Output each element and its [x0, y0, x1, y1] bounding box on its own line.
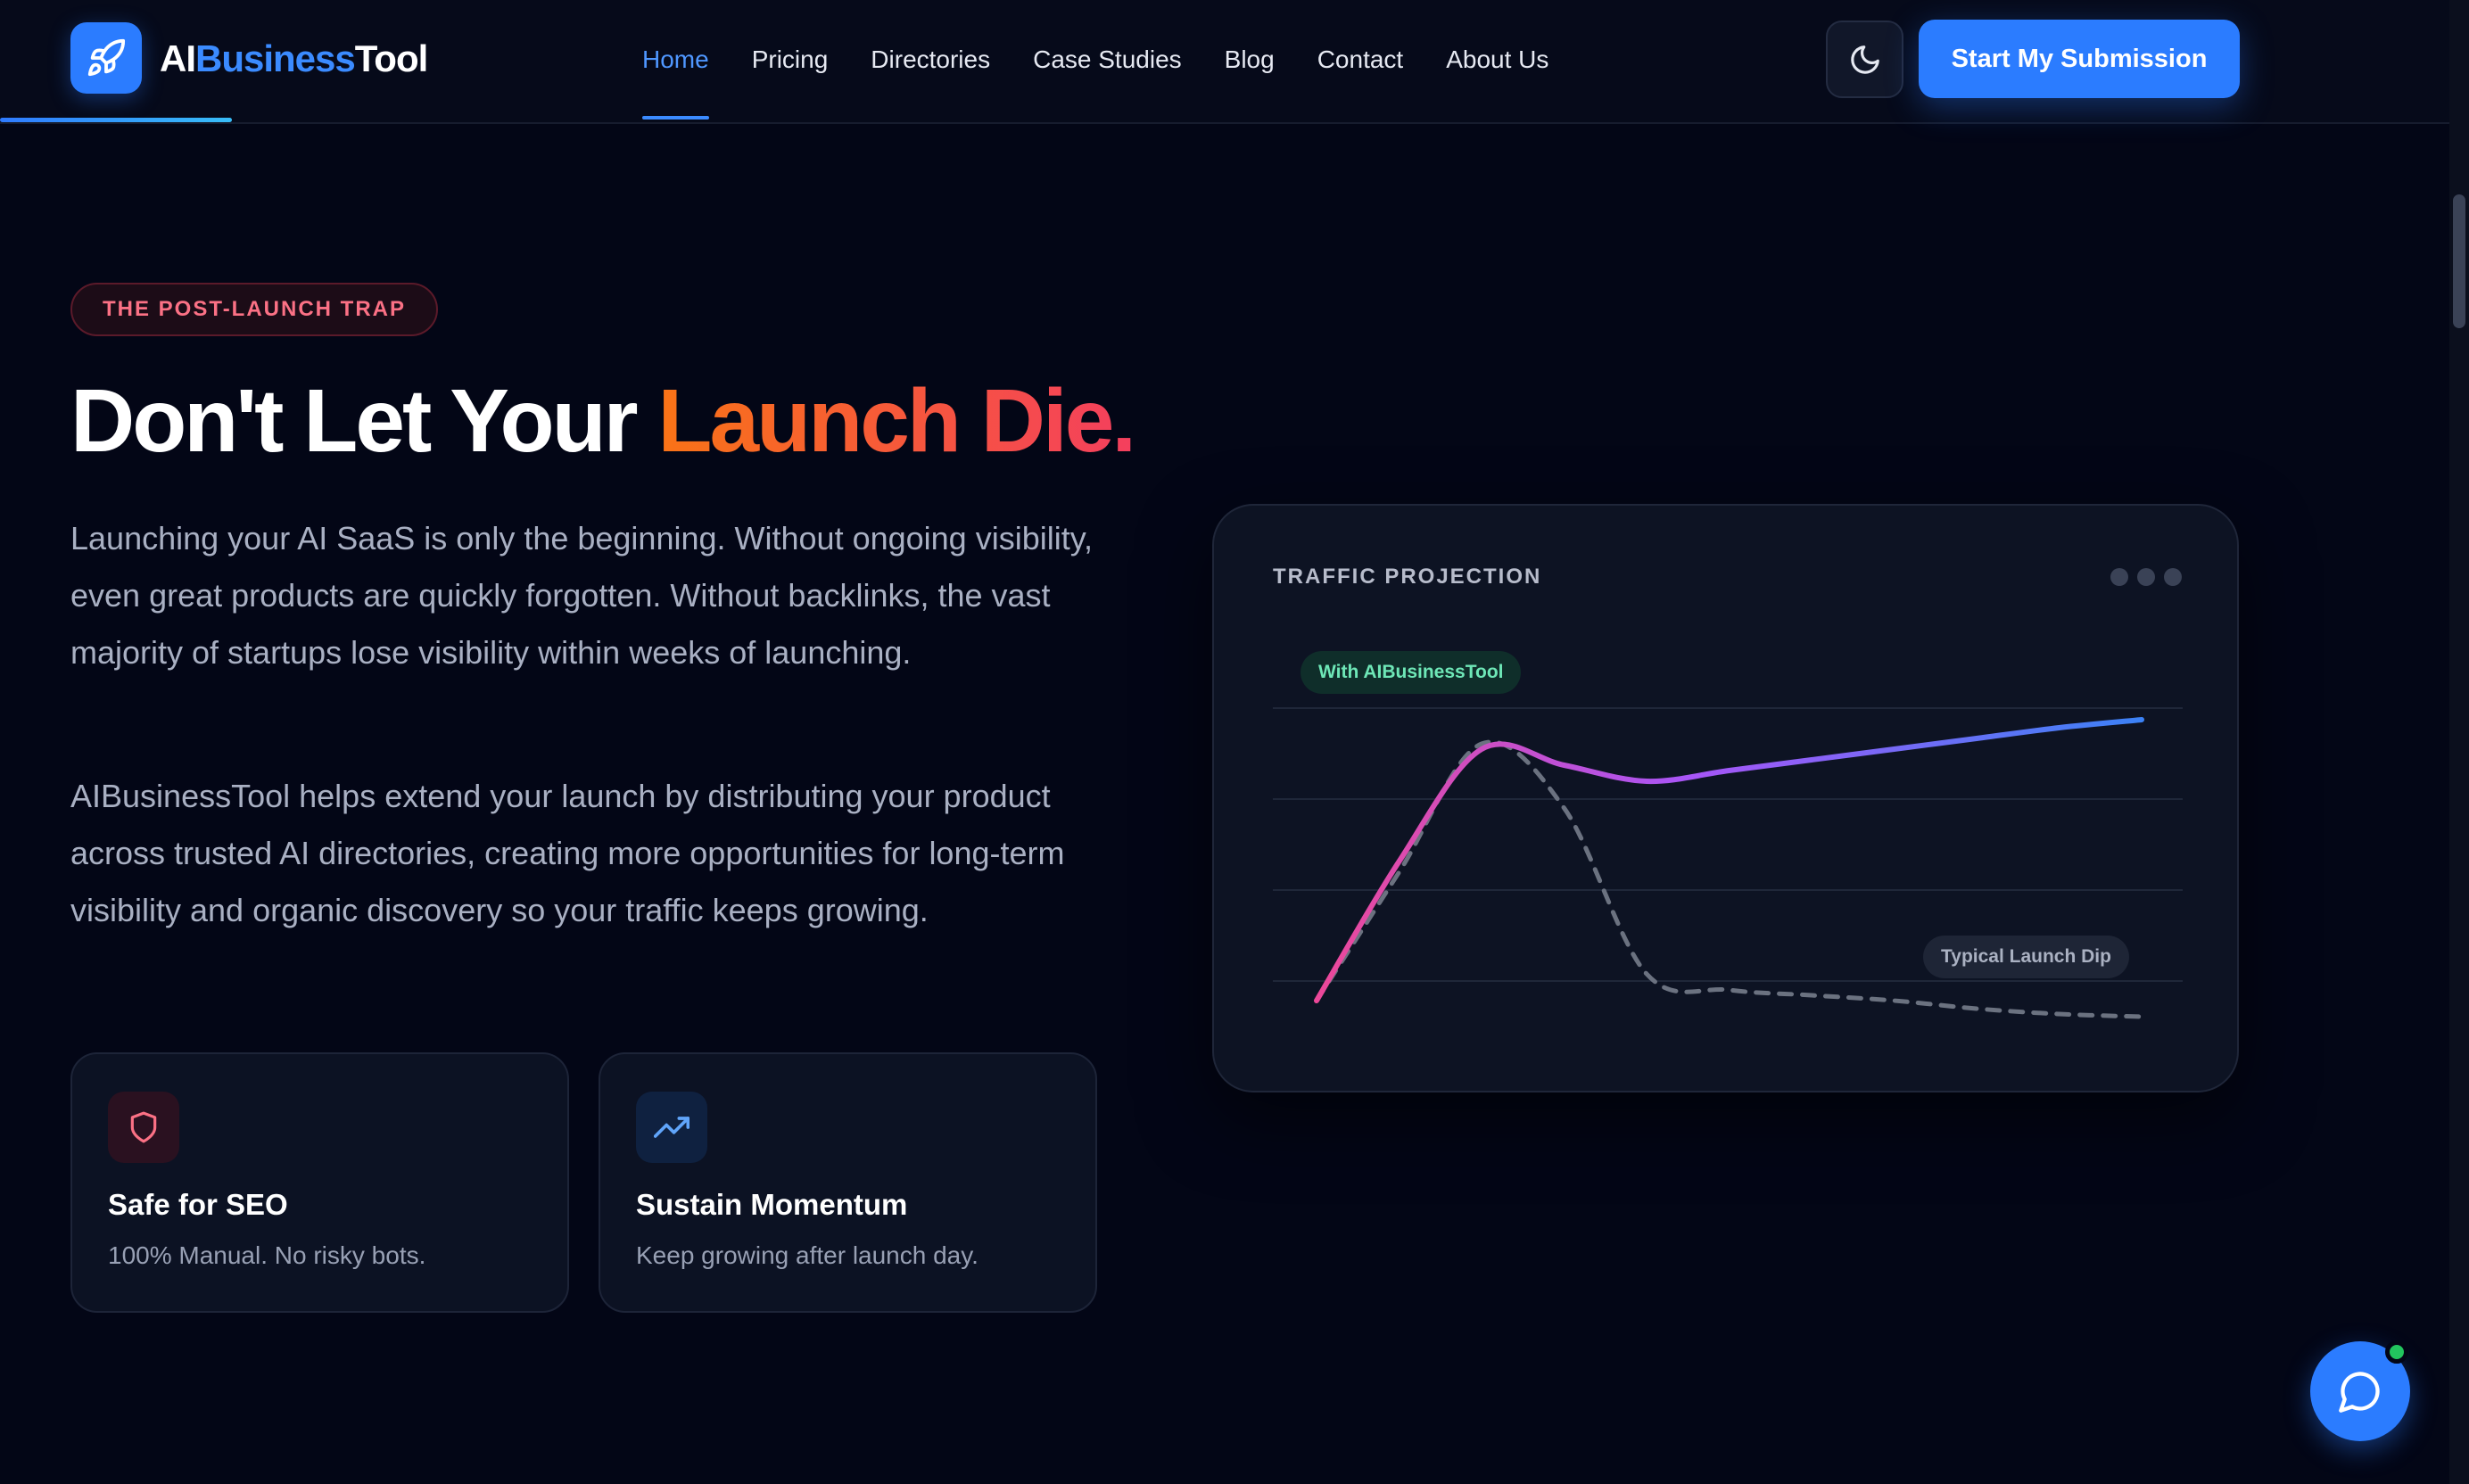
- page: AIBusinessTool Home Pricing Directories …: [0, 0, 2469, 1484]
- shield-icon: [108, 1092, 179, 1163]
- trending-up-icon: [636, 1092, 707, 1163]
- series-label-launch-dip: Typical Launch Dip: [1923, 936, 2129, 978]
- feature-desc: 100% Manual. No risky bots.: [108, 1241, 426, 1269]
- online-status-dot: [2385, 1340, 2408, 1364]
- series-label-with-tool: With AIBusinessTool: [1301, 651, 1522, 694]
- main-nav: Home Pricing Directories Case Studies Bl…: [642, 0, 1591, 120]
- feature-title: Sustain Momentum: [636, 1188, 908, 1221]
- traffic-chart: [1273, 707, 2183, 1019]
- nav-case-studies[interactable]: Case Studies: [1033, 0, 1182, 120]
- theme-toggle-button[interactable]: [1826, 21, 1903, 98]
- nav-about-us[interactable]: About Us: [1446, 0, 1548, 120]
- page-scrollbar[interactable]: [2449, 0, 2469, 1484]
- brand-logo-text[interactable]: AIBusinessTool: [160, 34, 429, 84]
- scrollbar-thumb[interactable]: [2453, 194, 2465, 328]
- nav-home[interactable]: Home: [642, 0, 709, 120]
- hero-title-highlight: Launch Die.: [657, 371, 1136, 471]
- hero-paragraph-1: Launching your AI SaaS is only the begin…: [70, 520, 1094, 671]
- brand-part-ai: AI: [160, 37, 196, 79]
- nav-blog[interactable]: Blog: [1225, 0, 1275, 120]
- feature-desc: Keep growing after launch day.: [636, 1241, 979, 1269]
- feature-title: Safe for SEO: [108, 1188, 288, 1221]
- hero-badge: THE POST-LAUNCH TRAP: [70, 283, 438, 336]
- brand-part-business: Business: [195, 37, 356, 79]
- chat-bubble-icon: [2339, 1372, 2380, 1413]
- traffic-projection-card: TRAFFIC PROJECTION With AIBusinessTool T…: [1212, 504, 2239, 1092]
- moon-icon: [1850, 45, 1879, 74]
- scroll-progress-bar: [0, 118, 232, 122]
- feature-card-momentum: Sustain Momentum Keep growing after laun…: [599, 1052, 1097, 1313]
- nav-contact[interactable]: Contact: [1317, 0, 1404, 120]
- start-submission-button[interactable]: Start My Submission: [1919, 20, 2240, 98]
- logo-rocket-icon[interactable]: [70, 22, 142, 94]
- hero-title-plain: Don't Let Your: [70, 371, 658, 471]
- top-navbar: AIBusinessTool Home Pricing Directories …: [0, 0, 2449, 124]
- hero-title: Don't Let Your Launch Die.: [70, 367, 1136, 474]
- brand-part-tool: Tool: [354, 37, 429, 79]
- feature-card-seo: Safe for SEO 100% Manual. No risky bots.: [70, 1052, 569, 1313]
- hero-paragraph-2: AIBusinessTool helps extend your launch …: [70, 778, 1065, 928]
- nav-pricing[interactable]: Pricing: [752, 0, 829, 120]
- nav-directories[interactable]: Directories: [871, 0, 990, 120]
